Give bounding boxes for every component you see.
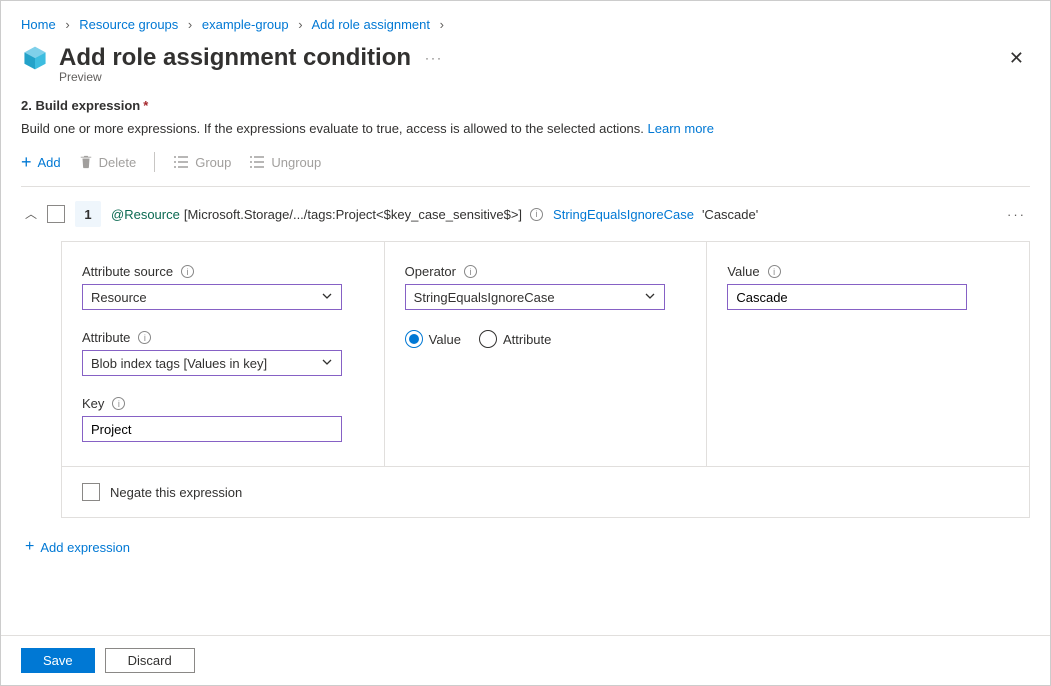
info-icon[interactable]: i	[112, 397, 125, 410]
chevron-down-icon	[321, 356, 333, 371]
add-expression-label: Add expression	[40, 540, 130, 555]
expression-checkbox[interactable]	[47, 205, 65, 223]
page-subtitle: Preview	[1, 70, 1050, 98]
crumb-example-group[interactable]: example-group	[202, 17, 289, 32]
negate-checkbox[interactable]	[82, 483, 100, 501]
value-input[interactable]	[727, 284, 967, 310]
attribute-value: Blob index tags [Values in key]	[91, 356, 267, 371]
ungroup-button-label: Ungroup	[271, 155, 321, 170]
close-icon[interactable]: ✕	[1003, 48, 1030, 69]
col-operator: Operator i StringEqualsIgnoreCase Value	[385, 242, 708, 466]
section-description-text: Build one or more expressions. If the ex…	[21, 121, 644, 136]
token-operator: StringEqualsIgnoreCase	[553, 207, 694, 222]
token-bracket: [Microsoft.Storage/.../tags:Project<$key…	[184, 207, 522, 222]
info-icon[interactable]: i	[464, 265, 477, 278]
crumb-home[interactable]: Home	[21, 17, 56, 32]
toolbar-divider	[154, 152, 155, 172]
delete-button[interactable]: Delete	[79, 155, 137, 170]
add-button-label: Add	[38, 155, 61, 170]
trash-icon	[79, 155, 93, 169]
group-button-label: Group	[195, 155, 231, 170]
operator-label: Operator i	[405, 264, 687, 279]
section-heading-text: 2. Build expression	[21, 98, 140, 113]
ungroup-icon	[249, 155, 265, 169]
operator-value: StringEqualsIgnoreCase	[414, 290, 555, 305]
title-more-button[interactable]: ···	[425, 51, 443, 65]
expression-toolbar: Add Delete Group Ungroup	[21, 152, 1030, 172]
operator-select[interactable]: StringEqualsIgnoreCase	[405, 284, 665, 310]
plus-icon	[21, 153, 32, 171]
attribute-select[interactable]: Blob index tags [Values in key]	[82, 350, 342, 376]
col-attribute: Attribute source i Resource Attribute i	[62, 242, 385, 466]
ungroup-button[interactable]: Ungroup	[249, 155, 321, 170]
divider	[21, 186, 1030, 187]
key-label: Key i	[82, 396, 364, 411]
expression-summary: @Resource [Microsoft.Storage/.../tags:Pro…	[111, 207, 758, 222]
crumb-resource-groups[interactable]: Resource groups	[79, 17, 178, 32]
page-title-row: Add role assignment condition ··· ✕	[1, 40, 1050, 72]
attr-source-select[interactable]: Resource	[82, 284, 342, 310]
radio-value[interactable]: Value	[405, 330, 461, 348]
negate-row: Negate this expression	[62, 466, 1029, 517]
col-value: Value i	[707, 242, 1029, 466]
discard-button[interactable]: Discard	[105, 648, 195, 673]
cube-icon	[21, 44, 49, 72]
info-icon[interactable]: i	[530, 208, 543, 221]
radio-attribute[interactable]: Attribute	[479, 330, 551, 348]
delete-button-label: Delete	[99, 155, 137, 170]
expression-more-button[interactable]: ···	[1007, 207, 1030, 222]
radio-value-label: Value	[429, 332, 461, 347]
add-button[interactable]: Add	[21, 153, 61, 171]
learn-more-link[interactable]: Learn more	[648, 121, 714, 136]
section-heading: 2. Build expression*	[21, 98, 1030, 113]
plus-icon: +	[25, 538, 34, 556]
section-description: Build one or more expressions. If the ex…	[21, 121, 1030, 136]
crumb-add-role-assignment[interactable]: Add role assignment	[311, 17, 430, 32]
chevron-down-icon	[644, 290, 656, 305]
negate-label: Negate this expression	[110, 485, 242, 500]
expression-editor: Attribute source i Resource Attribute i	[61, 241, 1030, 518]
collapse-icon[interactable]: ︿	[25, 205, 37, 222]
token-resource: @Resource	[111, 207, 180, 222]
add-expression-button[interactable]: + Add expression	[25, 538, 1030, 556]
info-icon[interactable]: i	[768, 265, 781, 278]
save-button[interactable]: Save	[21, 648, 95, 673]
footer: Save Discard	[1, 635, 1050, 685]
group-icon	[173, 155, 189, 169]
chevron-right-icon: ›	[65, 17, 69, 32]
required-marker: *	[143, 98, 148, 113]
breadcrumb: Home › Resource groups › example-group ›…	[1, 1, 1050, 40]
group-button[interactable]: Group	[173, 155, 231, 170]
expression-header: ︿ 1 @Resource [Microsoft.Storage/.../tags…	[25, 195, 1030, 233]
attribute-label: Attribute i	[82, 330, 364, 345]
compare-mode-radio: Value Attribute	[405, 330, 687, 348]
radio-attribute-label: Attribute	[503, 332, 551, 347]
chevron-right-icon: ›	[188, 17, 192, 32]
attr-source-value: Resource	[91, 290, 147, 305]
chevron-right-icon: ›	[440, 17, 444, 32]
key-input[interactable]	[82, 416, 342, 442]
attr-source-label: Attribute source i	[82, 264, 364, 279]
page-title: Add role assignment condition	[59, 44, 411, 72]
info-icon[interactable]: i	[138, 331, 151, 344]
value-label: Value i	[727, 264, 1009, 279]
info-icon[interactable]: i	[181, 265, 194, 278]
expression-container: ︿ 1 @Resource [Microsoft.Storage/.../tags…	[25, 195, 1030, 518]
token-value: 'Cascade'	[702, 207, 758, 222]
chevron-right-icon: ›	[298, 17, 302, 32]
chevron-down-icon	[321, 290, 333, 305]
expression-index-badge: 1	[75, 201, 101, 227]
